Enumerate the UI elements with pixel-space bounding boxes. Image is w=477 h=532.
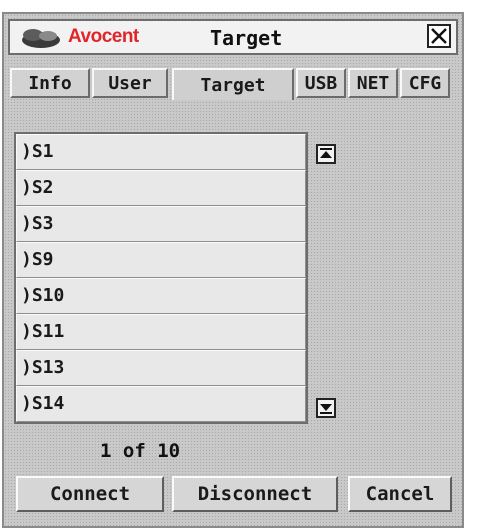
target-row-s3[interactable]: )S3 [16,206,306,242]
tab-info[interactable]: Info [10,68,90,98]
cancel-button[interactable]: Cancel [348,476,452,512]
tab-net[interactable]: NET [348,68,398,98]
target-row-s11[interactable]: )S11 [16,314,306,350]
tab-target[interactable]: Target [172,68,294,100]
target-row-s9[interactable]: )S9 [16,242,306,278]
close-icon [431,28,447,44]
tab-user[interactable]: User [92,68,168,98]
scroll-to-bottom-icon [320,404,332,414]
avocent-logo-icon [22,29,60,48]
disconnect-button[interactable]: Disconnect [172,476,338,512]
page-indicator: 1 of 10 [100,440,181,462]
logo-text: Avocent [68,26,139,47]
scroll-to-top-button[interactable] [316,144,336,164]
target-dialog: Avocent Target Info User Target USB NET … [2,12,464,528]
connect-button[interactable]: Connect [16,476,164,512]
tab-cfg[interactable]: CFG [400,68,450,98]
target-row-s13[interactable]: )S13 [16,350,306,386]
tab-bar: Info User Target USB NET CFG [10,68,460,100]
target-row-s14[interactable]: )S14 [16,386,306,422]
target-list: )S1 )S2 )S3 )S9 )S10 )S11 )S13 )S14 [14,132,308,424]
window-title: Target [210,26,283,50]
title-bar: Avocent Target [8,19,458,55]
scroll-to-bottom-button[interactable] [316,398,336,418]
target-row-s2[interactable]: )S2 [16,170,306,206]
tab-usb[interactable]: USB [296,68,346,98]
target-row-s1[interactable]: )S1 [16,134,306,170]
avocent-logo: Avocent [20,25,170,51]
target-row-s10[interactable]: )S10 [16,278,306,314]
close-button[interactable] [427,24,451,48]
scroll-to-top-icon [320,148,332,158]
